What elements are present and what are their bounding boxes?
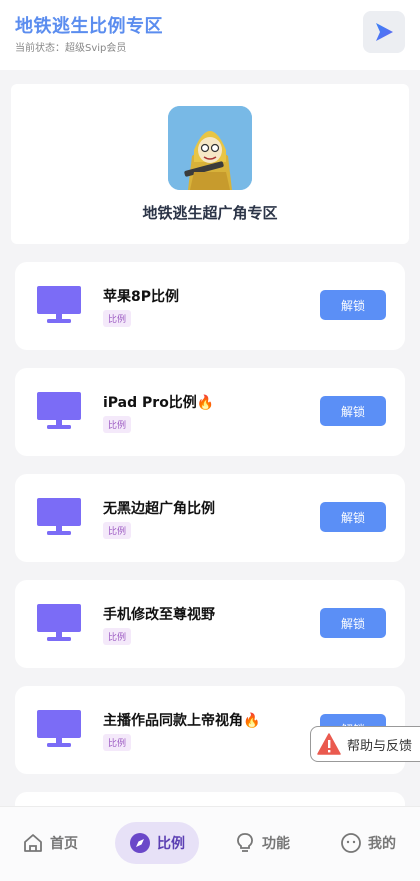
tab-home[interactable]: 首页 [22,822,78,864]
tab-label: 功能 [262,836,290,852]
help-label: 帮助与反馈 [347,738,413,754]
header: 地铁逃生比例专区 当前状态：超级Svip会员 [0,0,420,70]
bulb-icon [237,833,253,852]
hero-card: 地铁逃生超广角专区 [11,84,409,244]
list-item: 无黑边超广角比例 比例 解锁 [15,474,405,562]
compass-icon [130,833,150,853]
unlock-button[interactable]: 解锁 [320,290,386,320]
page-title: 地铁逃生比例专区 [15,16,163,37]
tab-features[interactable]: 功能 [234,822,290,864]
item-tag: 比例 [103,628,132,645]
monitor-icon [37,604,81,641]
bottom-tab-bar: 首页 比例 功能 我的 [0,806,420,881]
home-icon [24,834,42,852]
item-name: 主播作品同款上帝视角🔥 [103,713,261,729]
tab-label: 首页 [50,836,78,852]
item-tag: 比例 [103,310,132,327]
warning-icon [317,733,341,755]
help-feedback-button[interactable]: 帮助与反馈 [310,726,420,762]
item-name: 无黑边超广角比例 [103,501,215,517]
item-name: 苹果8P比例 [103,289,180,305]
hero-title: 地铁逃生超广角专区 [142,204,278,222]
item-name: 手机修改至尊视野 [103,607,215,623]
monitor-icon [37,710,81,747]
item-tag: 比例 [103,734,132,751]
tab-mine[interactable]: 我的 [340,822,396,864]
unlock-button[interactable]: 解锁 [320,396,386,426]
monitor-icon [37,498,81,535]
list-item: 苹果8P比例 比例 解锁 [15,262,405,350]
item-tag: 比例 [103,522,132,539]
membership-status: 当前状态：超级Svip会员 [15,43,127,54]
face-icon [341,833,361,853]
tab-ratio[interactable]: 比例 [115,822,199,864]
monitor-icon [37,286,81,323]
monitor-icon [37,392,81,429]
list-item: iPad Pro比例🔥 比例 解锁 [15,368,405,456]
unlock-button[interactable]: 解锁 [320,502,386,532]
play-icon [376,23,393,41]
list-item: 手机修改至尊视野 比例 解锁 [15,580,405,668]
item-tag: 比例 [103,416,132,433]
tab-label: 我的 [368,836,396,852]
game-character-avatar [168,106,252,190]
unlock-button[interactable]: 解锁 [320,608,386,638]
play-button[interactable] [363,11,405,53]
item-name: iPad Pro比例🔥 [103,395,215,411]
tab-label: 比例 [157,836,185,852]
